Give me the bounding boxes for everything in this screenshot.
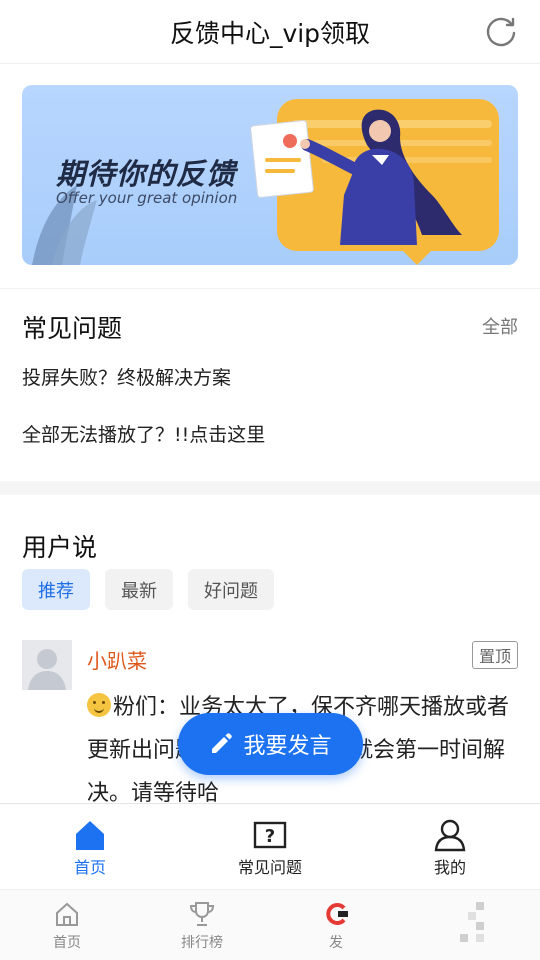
user-placeholder-icon — [28, 649, 66, 690]
tab2-ranking[interactable]: 排行榜 — [172, 900, 232, 952]
tab2-discover-label: 发 — [329, 935, 343, 951]
trophy-icon — [189, 902, 215, 926]
post-button-label: 我要发言 — [243, 734, 332, 759]
chip-good-question[interactable]: 好问题 — [188, 569, 274, 610]
tab2-home-label: 首页 — [53, 935, 81, 951]
tab2-home[interactable]: 首页 — [37, 900, 97, 952]
tab-home-label: 首页 — [73, 858, 106, 877]
discover-icon — [326, 903, 348, 925]
tab-faq[interactable]: ? 常见问题 — [180, 804, 360, 889]
smile-emoji-icon — [87, 693, 111, 717]
chip-latest[interactable]: 最新 — [105, 569, 173, 610]
post-author[interactable]: 小趴菜 — [87, 645, 147, 674]
page-header: 反馈中心_vip领取 — [0, 0, 540, 64]
question-box-icon: ? — [253, 821, 287, 849]
home-icon — [76, 821, 104, 850]
pinned-badge: 置顶 — [471, 641, 518, 669]
tab2-discover[interactable]: 发 — [306, 900, 366, 952]
secondary-tabbar: 首页 排行榜 发 — [0, 889, 540, 960]
home-outline-icon — [56, 902, 78, 926]
faq-item[interactable]: 投屏失败？终极解决方案 — [22, 363, 231, 390]
faq-item[interactable]: 全部无法播放了？!!点击这里 — [22, 420, 265, 447]
feedback-banner[interactable]: 期待你的反馈 Offer your great opinion — [22, 85, 518, 265]
faq-title: 常见问题 — [22, 314, 123, 343]
tab-home[interactable]: 首页 — [0, 804, 180, 889]
banner-title: 期待你的反馈 — [56, 157, 237, 191]
filter-chips: 推荐 最新 好问题 — [22, 569, 274, 610]
banner-subtitle: Offer your great opinion — [56, 189, 238, 207]
faq-section: 常见问题 全部 投屏失败？终极解决方案 全部无法播放了？!!点击这里 — [0, 288, 540, 481]
users-title: 用户说 — [22, 533, 98, 562]
svg-text:?: ? — [265, 826, 275, 847]
pencil-icon — [212, 733, 233, 753]
section-divider — [0, 481, 540, 495]
chip-recommend[interactable]: 推荐 — [22, 569, 90, 610]
refresh-icon[interactable] — [484, 14, 518, 48]
tab2-ranking-label: 排行榜 — [181, 935, 223, 951]
tab-faq-label: 常见问题 — [237, 858, 302, 877]
page-title: 反馈中心_vip领取 — [169, 18, 371, 48]
pixel-placeholder-icon — [460, 902, 486, 942]
user-icon — [434, 819, 466, 852]
tab-mine-label: 我的 — [433, 858, 466, 877]
faq-all-link[interactable]: 全部 — [482, 313, 518, 339]
bottom-tabbar: 首页 ? 常见问题 我的 — [0, 803, 540, 889]
post-button[interactable]: 我要发言 — [178, 713, 363, 775]
avatar[interactable] — [22, 640, 72, 690]
tab-mine[interactable]: 我的 — [360, 804, 540, 889]
